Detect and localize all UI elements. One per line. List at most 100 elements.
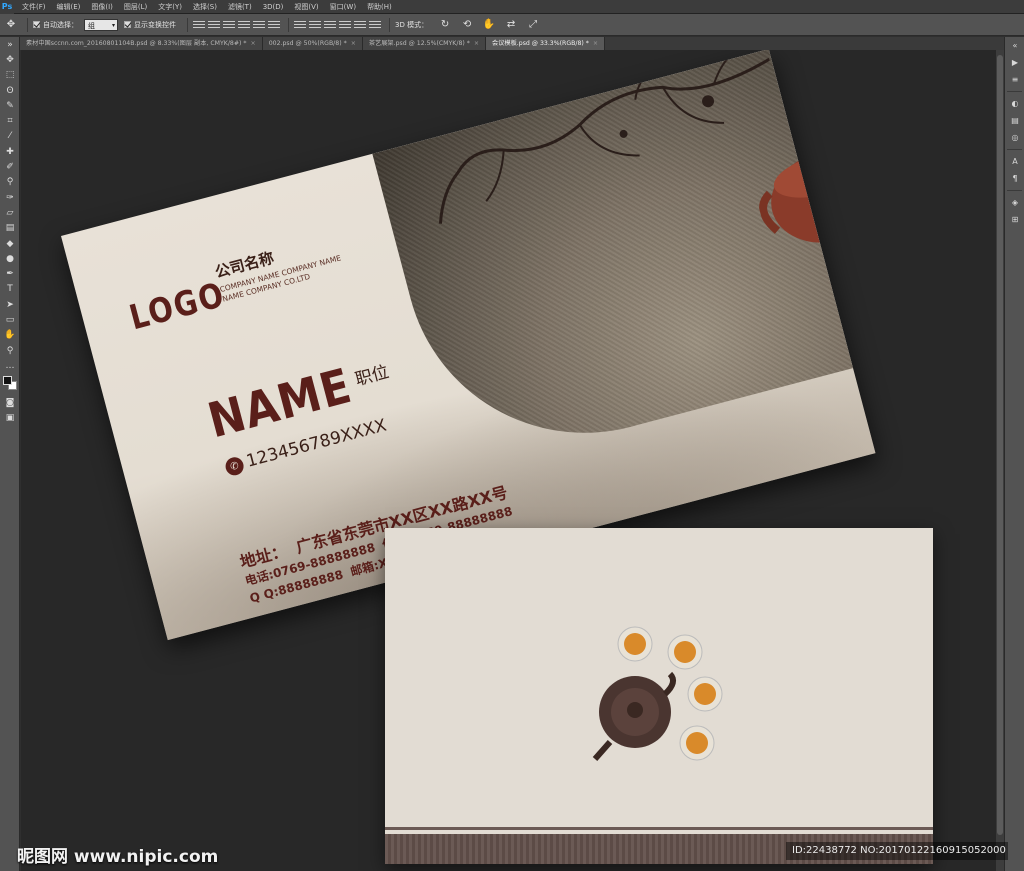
options-bar: ✥ 自动选择： 组 显示变换控件 3D 模式： ↻ ⟲ ✋ ⇄ ⤢ [0,14,1024,36]
crop-tool-icon[interactable]: ⌗ [0,113,20,128]
healing-brush-tool-icon[interactable]: ✚ [0,144,20,159]
3d-slide-icon[interactable]: ⇄ [500,19,522,30]
divider [27,17,28,32]
menu-type[interactable]: 文字(Y) [158,2,182,12]
align-top-icon[interactable] [193,20,205,30]
quick-mask-icon[interactable]: ◙ [0,396,20,411]
auto-select-label: 自动选择： [43,20,78,29]
divider [1007,190,1022,191]
eraser-tool-icon[interactable]: ▱ [0,205,20,220]
tab-label: 茶艺展架.psd @ 12.5%(CMYK/8) * [368,40,470,47]
distribute-left-icon[interactable] [339,20,351,30]
business-card-back[interactable] [385,528,933,864]
quick-select-tool-icon[interactable]: ✎ [0,98,20,113]
more-tools-icon[interactable]: … [0,358,20,373]
history-panel-icon[interactable]: ▶ [1005,54,1024,71]
blur-tool-icon[interactable]: ◆ [0,236,20,251]
image-id-label: ID:22438772 NO:20170122160915052000 [786,842,1008,860]
show-transform-checkbox[interactable] [124,21,131,28]
close-icon[interactable]: × [593,40,598,47]
layers-panel-icon[interactable]: ▤ [1005,112,1024,129]
3d-rotate-icon[interactable]: ↻ [434,19,456,30]
menu-filter[interactable]: 滤镜(T) [228,2,252,12]
pen-tool-icon[interactable]: ✒ [0,266,20,281]
eyedropper-tool-icon[interactable]: ⁄ [0,129,20,144]
panel-grip-icon[interactable]: « [1005,37,1024,54]
menu-edit[interactable]: 编辑(E) [57,2,81,12]
character-panel-icon[interactable]: A [1005,153,1024,170]
move-tool-icon[interactable]: ✥ [0,52,20,67]
channels-panel-icon[interactable]: ◎ [1005,129,1024,146]
move-tool-icon[interactable]: ✥ [0,19,22,30]
menu-help[interactable]: 帮助(H) [367,2,392,12]
panel-grip-icon[interactable]: » [0,37,20,52]
foreground-color-swatch[interactable] [3,375,12,385]
marquee-tool-icon[interactable]: ⬚ [0,68,20,83]
color-swatches[interactable] [0,374,20,396]
tab-document-3[interactable]: 茶艺展架.psd @ 12.5%(CMYK/8) * × [362,37,487,50]
close-icon[interactable]: × [474,40,479,47]
type-tool-icon[interactable]: T [0,282,20,297]
tab-label: 会议模板.psd @ 33.3%(RGB/8) * [492,40,589,47]
paragraph-panel-icon[interactable]: ¶ [1005,170,1024,187]
close-icon[interactable]: × [351,40,356,47]
job-position: 职位 [353,362,392,391]
document-canvas[interactable]: LOGO 公司名称 COMPANY NAME COMPANY NAME NAME… [21,50,996,871]
shape-tool-icon[interactable]: ▭ [0,312,20,327]
screen-mode-icon[interactable]: ▣ [0,411,20,426]
menu-image[interactable]: 图像(I) [91,2,113,12]
vertical-scrollbar[interactable] [996,50,1004,871]
paths-panel-icon[interactable]: ⊞ [1005,211,1024,228]
3d-panel-icon[interactable]: ◈ [1005,194,1024,211]
path-select-tool-icon[interactable]: ➤ [0,297,20,312]
auto-select-option[interactable]: 自动选择： [33,20,78,30]
properties-panel-icon[interactable]: ≡ [1005,71,1024,88]
gradient-tool-icon[interactable]: ▤ [0,221,20,236]
distribute-top-icon[interactable] [294,20,306,30]
adjustments-panel-icon[interactable]: ◐ [1005,95,1024,112]
menu-select[interactable]: 选择(S) [193,2,217,12]
right-panel-dock: « ▶ ≡ ◐ ▤ ◎ A ¶ ◈ ⊞ [1004,37,1024,871]
align-vcenter-icon[interactable] [208,20,220,30]
divider [1007,149,1022,150]
close-icon[interactable]: × [251,40,256,47]
hand-tool-icon[interactable]: ✋ [0,328,20,343]
dodge-tool-icon[interactable]: ● [0,251,20,266]
auto-select-checkbox[interactable] [33,21,40,28]
distribute-bottom-icon[interactable] [324,20,336,30]
auto-select-dropdown[interactable]: 组 [84,18,118,32]
menu-layer[interactable]: 图层(L) [124,2,147,12]
tab-label: 素材中国sccnn.com_20160801104B.psd @ 8.33%(图… [26,40,247,47]
mode-3d-label: 3D 模式： [395,20,429,29]
menu-file[interactable]: 文件(F) [22,2,46,12]
align-hcenter-icon[interactable] [253,20,265,30]
tab-document-4[interactable]: 会议模板.psd @ 33.3%(RGB/8) * × [486,37,606,50]
distribute-hcenter-icon[interactable] [354,20,366,30]
align-right-icon[interactable] [268,20,280,30]
align-bottom-icon[interactable] [223,20,235,30]
3d-roll-icon[interactable]: ⟲ [456,19,478,30]
clone-stamp-tool-icon[interactable]: ⚲ [0,175,20,190]
align-left-icon[interactable] [238,20,250,30]
brush-tool-icon[interactable]: ✐ [0,159,20,174]
tab-label: 002.psd @ 50%(RGB/8) * [268,40,347,47]
menu-3d[interactable]: 3D(D) [263,3,284,11]
decorative-line [385,827,933,830]
document-tabs: 素材中国sccnn.com_20160801104B.psd @ 8.33%(图… [20,37,1004,50]
tab-document-1[interactable]: 素材中国sccnn.com_20160801104B.psd @ 8.33%(图… [20,37,263,50]
menu-view[interactable]: 视图(V) [294,2,318,12]
scrollbar-thumb[interactable] [997,55,1003,835]
history-brush-tool-icon[interactable]: ✑ [0,190,20,205]
tools-panel: » ✥ ⬚ ʘ ✎ ⌗ ⁄ ✚ ✐ ⚲ ✑ ▱ ▤ ◆ ● ✒ T ➤ ▭ ✋ … [0,37,20,871]
distribute-vcenter-icon[interactable] [309,20,321,30]
show-transform-label: 显示变换控件 [134,20,176,29]
lasso-tool-icon[interactable]: ʘ [0,83,20,98]
show-transform-option[interactable]: 显示变换控件 [124,20,176,30]
3d-pan-icon[interactable]: ✋ [478,19,500,30]
photoshop-logo: Ps [0,0,14,14]
distribute-right-icon[interactable] [369,20,381,30]
tab-document-2[interactable]: 002.psd @ 50%(RGB/8) * × [262,37,363,50]
zoom-tool-icon[interactable]: ⚲ [0,343,20,358]
menu-window[interactable]: 窗口(W) [330,2,356,12]
3d-scale-icon[interactable]: ⤢ [522,19,544,30]
